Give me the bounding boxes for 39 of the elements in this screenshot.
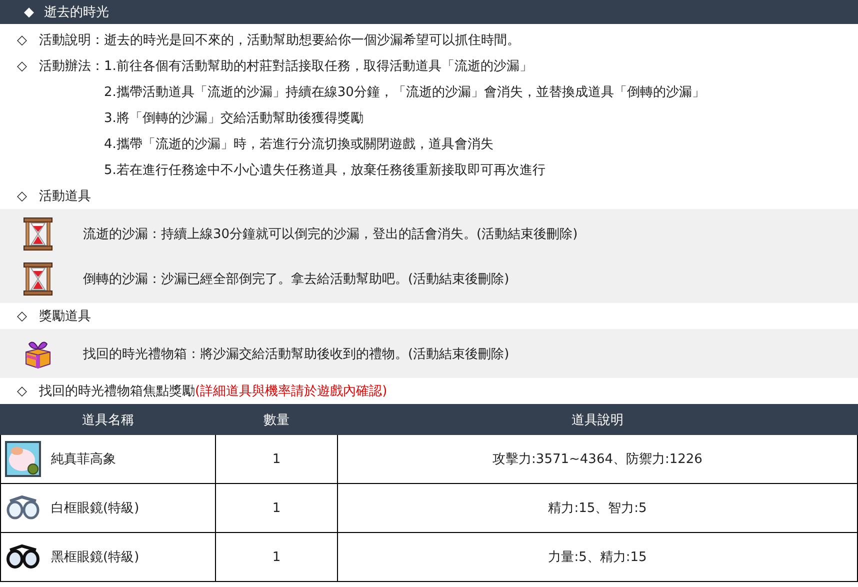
item-name: 白框眼鏡(特級) [51,500,140,517]
step-text: 1.前往各個有活動幫助的村莊對話接取任務，取得活動道具「流逝的沙漏」 [104,58,532,75]
diamond-icon: ◇ [17,32,35,48]
step-text: 2.攜帶活動道具「流逝的沙漏」持續在線30分鐘，「流逝的沙漏」會消失，並替換成道具「倒轉的沙漏」 [104,84,705,101]
item-description: 找回的時光禮物箱：將沙漏交給活動幫助後收到的禮物。(活動結束後刪除) [83,346,510,362]
diamond-icon: ◇ [17,384,35,398]
item-name: 黑框眼鏡(特級) [51,549,140,566]
table-cell: 力量:5、精力:15 [338,532,858,582]
description-text: 逝去的時光是回不來的，活動幫助想要給你一個沙漏希望可以抓住時間。 [104,32,520,49]
table-cell: 精力:15、智力:5 [338,484,858,532]
section-heading: 活動道具 [39,188,91,205]
creature-icon [5,441,41,477]
item-description: 倒轉的沙漏：沙漏已經全部倒完了。拿去給活動幫助吧。(活動結束後刪除) [83,270,510,288]
section-heading: 找回的時光禮物箱焦點獎勵 [39,383,195,400]
item-description: 流逝的沙漏：持續上線30分鐘就可以倒完的沙漏，登出的話會消失。(活動結束後刪除) [83,226,578,242]
diamond-icon: ◇ [17,188,35,204]
step-text: 3.將「倒轉的沙漏」交給活動幫助後獲得獎勵 [104,110,364,127]
table-cell: 1 [216,532,338,582]
item-name: 純真菲高象 [51,451,116,468]
section-label: 活動辦法： [39,58,104,75]
step-text: 4.攜帶「流逝的沙漏」時，若進行分流切換或關閉遊戲，道具會消失 [104,136,494,153]
section-label: 活動說明： [39,32,104,49]
hourglass-icon [23,262,53,296]
column-header: 道具說明 [338,404,858,434]
diamond-icon: ◇ [17,308,35,324]
table-cell: 1 [216,484,338,532]
diamond-icon: ◆ [24,4,34,20]
glasses-icon [6,544,40,570]
step-text: 5.若在進行任務途中不小心遺失任務道具，放棄任務後重新接取即可再次進行 [104,162,546,179]
table-cell: 1 [216,434,338,484]
column-header: 數量 [216,404,338,434]
diamond-icon: ◇ [17,58,35,74]
page-title: 逝去的時光 [44,4,109,21]
note-text: (詳細道具與機率請於遊戲內確認) [195,383,388,400]
table-cell: 攻擊力:3571~4364、防禦力:1226 [338,434,858,484]
glasses-icon [6,495,40,521]
hourglass-icon [23,216,53,250]
column-header: 道具名稱 [0,404,216,434]
section-heading: 獎勵道具 [39,308,91,325]
